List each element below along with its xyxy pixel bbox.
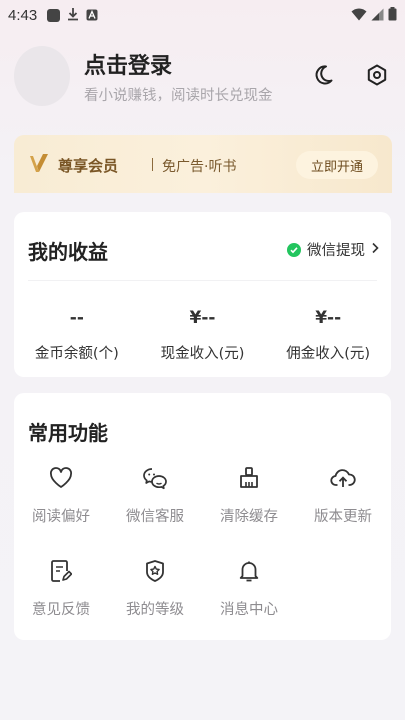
stat-value: ¥-- bbox=[315, 308, 342, 328]
wechat-icon bbox=[287, 242, 301, 257]
stat-coins[interactable]: -- 金币余额(个) bbox=[14, 308, 140, 363]
login-subtitle: 看小说赚钱，阅读时长兑现金 bbox=[84, 88, 273, 104]
vip-title: 尊享会员 bbox=[58, 157, 119, 175]
func-message-center[interactable]: 消息中心 bbox=[202, 558, 296, 619]
chevron-right-icon bbox=[371, 242, 379, 258]
feedback-icon bbox=[48, 558, 74, 584]
func-clear-cache[interactable]: 清除缓存 bbox=[202, 465, 296, 526]
stat-cash[interactable]: ¥-- 现金收入(元) bbox=[140, 308, 266, 363]
stat-label: 现金收入(元) bbox=[160, 346, 245, 362]
heart-icon bbox=[48, 465, 74, 491]
func-label: 清除缓存 bbox=[220, 509, 278, 525]
battery-icon bbox=[388, 6, 397, 25]
cloud-upload-icon bbox=[330, 465, 356, 491]
stat-label: 佣金收入(元) bbox=[286, 346, 371, 362]
func-label: 我的等级 bbox=[126, 602, 184, 618]
func-label: 版本更新 bbox=[314, 509, 372, 525]
func-label: 意见反馈 bbox=[32, 602, 90, 618]
func-my-level[interactable]: 我的等级 bbox=[108, 558, 202, 619]
login-title[interactable]: 点击登录 bbox=[84, 48, 172, 80]
stat-label: 金币余额(个) bbox=[34, 346, 119, 362]
stat-value: ¥-- bbox=[189, 308, 216, 328]
bell-icon bbox=[236, 558, 262, 584]
status-time: 4:43 bbox=[8, 6, 38, 24]
vip-description: 免广告·听书 bbox=[162, 159, 237, 175]
functions-card: 常用功能 阅读偏好 微信客服 清除缓存 版本更新 意见反馈 我的等级 消息中心 bbox=[14, 393, 391, 640]
moon-icon[interactable] bbox=[310, 62, 336, 88]
func-version-update[interactable]: 版本更新 bbox=[296, 465, 390, 526]
stat-value: -- bbox=[69, 308, 84, 328]
func-wechat-service[interactable]: 微信客服 bbox=[108, 465, 202, 526]
stat-commission[interactable]: ¥-- 佣金收入(元) bbox=[265, 308, 391, 363]
earnings-card: 我的收益 微信提现 -- 金币余额(个) ¥-- 现金收入(元) ¥-- 佣金收… bbox=[14, 212, 391, 377]
wechat-withdraw-button[interactable]: 微信提现 bbox=[287, 239, 379, 260]
functions-title: 常用功能 bbox=[28, 421, 108, 445]
func-feedback[interactable]: 意见反馈 bbox=[14, 558, 108, 619]
func-label: 消息中心 bbox=[220, 602, 278, 618]
avatar[interactable] bbox=[14, 46, 70, 106]
download-icon bbox=[67, 6, 79, 25]
level-badge-icon bbox=[142, 558, 168, 584]
divider bbox=[28, 280, 377, 281]
profile-header: 点击登录 看小说赚钱，阅读时长兑现金 bbox=[14, 46, 394, 110]
wechat-icon bbox=[142, 465, 168, 491]
earnings-stats: -- 金币余额(个) ¥-- 现金收入(元) ¥-- 佣金收入(元) bbox=[14, 308, 391, 363]
notification-app-icon bbox=[47, 8, 61, 22]
signal-icon bbox=[371, 6, 384, 25]
func-reading-preference[interactable]: 阅读偏好 bbox=[14, 465, 108, 526]
vip-divider bbox=[152, 158, 153, 171]
broom-icon bbox=[236, 465, 262, 491]
func-label: 微信客服 bbox=[126, 509, 184, 525]
vip-crown-icon bbox=[28, 153, 52, 179]
gear-icon[interactable] bbox=[364, 62, 390, 88]
status-bar: 4:43 bbox=[0, 0, 405, 30]
earnings-title: 我的收益 bbox=[28, 240, 108, 264]
vip-banner[interactable]: 尊享会员 免广告·听书 立即开通 bbox=[14, 135, 392, 193]
vip-open-button[interactable]: 立即开通 bbox=[296, 151, 378, 179]
withdraw-label: 微信提现 bbox=[307, 243, 365, 259]
func-label: 阅读偏好 bbox=[32, 509, 90, 525]
wifi-icon bbox=[351, 6, 367, 25]
app-a-icon bbox=[86, 6, 98, 25]
